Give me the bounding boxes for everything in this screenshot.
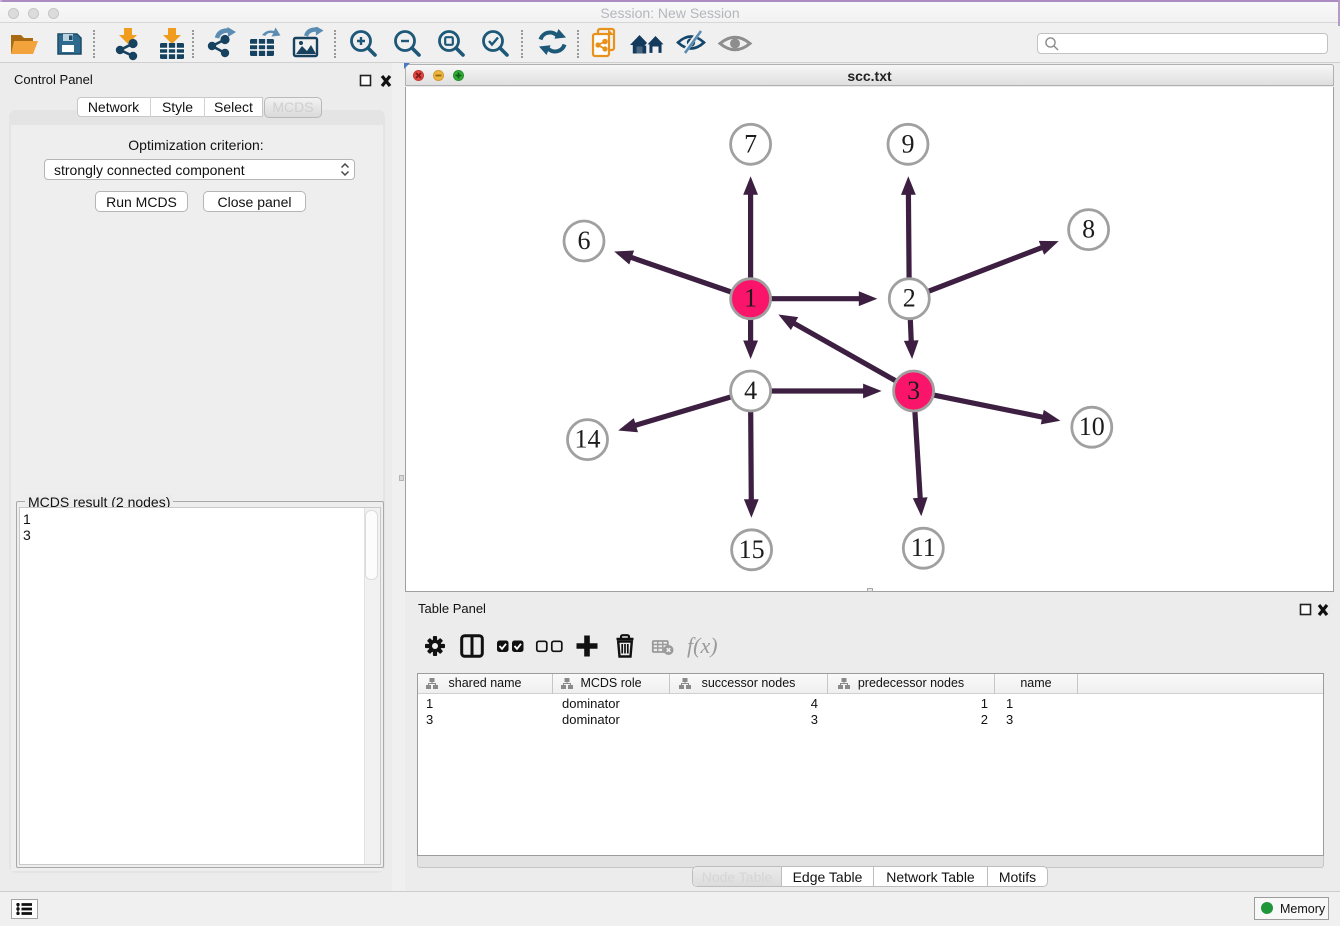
svg-text:14: 14 [575, 425, 601, 454]
svg-text:7: 7 [744, 129, 757, 158]
svg-text:1: 1 [744, 284, 757, 313]
svg-text:11: 11 [911, 533, 936, 562]
svg-text:3: 3 [907, 376, 920, 405]
svg-text:9: 9 [902, 129, 915, 158]
svg-text:2: 2 [903, 284, 916, 313]
svg-text:4: 4 [744, 376, 757, 405]
svg-text:10: 10 [1079, 412, 1105, 441]
svg-text:f(x): f(x) [687, 633, 718, 658]
svg-text:8: 8 [1082, 215, 1095, 244]
svg-text:15: 15 [739, 535, 765, 564]
svg-text:6: 6 [578, 226, 591, 255]
